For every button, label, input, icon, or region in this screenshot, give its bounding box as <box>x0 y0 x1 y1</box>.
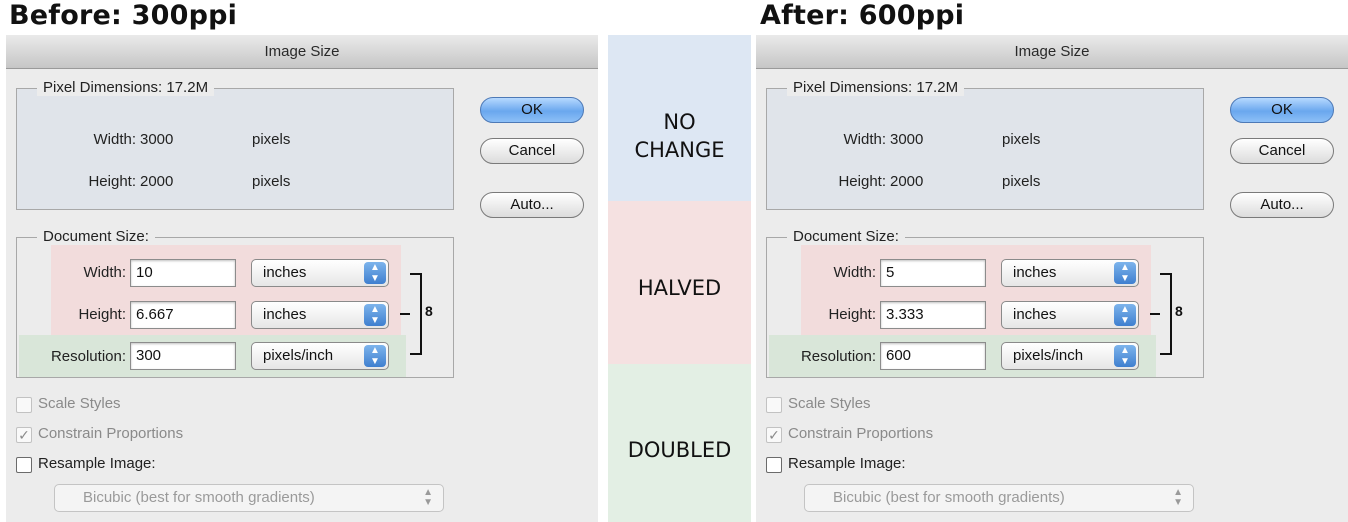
resample-label: Resample Image: <box>38 455 156 472</box>
scale-styles-checkbox[interactable] <box>16 397 32 413</box>
resample-method-popup[interactable]: Bicubic (best for smooth gradients) ▲ ▼ <box>54 484 444 512</box>
resample-method-popup[interactable]: Bicubic (best for smooth gradients) ▲ ▼ <box>804 484 1194 512</box>
scale-styles-checkbox[interactable] <box>766 397 782 413</box>
resample-method: Bicubic (best for smooth gradients) <box>83 489 315 506</box>
image-size-dialog-after: Image Size Pixel Dimensions: 17.2M Width… <box>756 35 1348 522</box>
doc-width-label: Width: <box>83 264 126 281</box>
halved-label: HALVED <box>637 276 722 300</box>
scale-styles-label: Scale Styles <box>38 395 121 412</box>
ok-button[interactable]: OK <box>1230 97 1334 123</box>
popup-arrows-icon: ▲ ▼ <box>364 345 386 367</box>
doc-width-unit: inches <box>1013 264 1057 281</box>
pixel-height-value: 2000 <box>890 173 924 190</box>
pixel-height-value: 2000 <box>140 173 174 190</box>
dialog-title: Image Size <box>756 35 1348 69</box>
constrain-label: Constrain Proportions <box>788 425 934 442</box>
pixel-width-label: Width: <box>843 131 886 148</box>
popup-arrows-icon: ▲ ▼ <box>364 262 386 284</box>
popup-arrows-icon: ▲ ▼ <box>1114 345 1136 367</box>
no-change-line1: NO <box>663 110 696 134</box>
doc-height-label: Height: <box>78 306 126 323</box>
checkmark-icon: ✓ <box>768 427 780 443</box>
pixel-width-unit: pixels <box>1002 131 1041 148</box>
pixel-width-label: Width: <box>93 131 136 148</box>
resample-checkbox[interactable] <box>766 457 782 473</box>
constrain-label: Constrain Proportions <box>38 425 184 442</box>
popup-arrows-icon: ▲ ▼ <box>364 304 386 326</box>
pixel-width-unit: pixels <box>252 131 291 148</box>
pixel-dimensions-legend: Pixel Dimensions: 17.2M <box>37 79 215 96</box>
chain-link-icon: 8 <box>1175 303 1183 319</box>
doc-height-unit: inches <box>1013 306 1057 323</box>
resample-method: Bicubic (best for smooth gradients) <box>833 489 1065 506</box>
resolution-unit: pixels/inch <box>1013 347 1084 364</box>
doc-width-unit-popup[interactable]: inches ▲ ▼ <box>251 259 389 287</box>
no-change-line2: CHANGE <box>634 138 725 162</box>
doc-width-field[interactable]: 10 <box>130 259 236 287</box>
resample-label: Resample Image: <box>788 455 906 472</box>
before-heading: Before: 300ppi <box>9 0 238 31</box>
doc-width-unit: inches <box>263 264 307 281</box>
constrain-bracket <box>1160 273 1172 355</box>
cancel-button[interactable]: Cancel <box>480 138 584 164</box>
pixel-width-value: 3000 <box>890 131 924 148</box>
image-size-dialog-before: Image Size Pixel Dimensions: 17.2M Width… <box>6 35 598 522</box>
resolution-field[interactable]: 600 <box>880 342 986 370</box>
resample-checkbox[interactable] <box>16 457 32 473</box>
bracket-tick <box>1150 313 1160 315</box>
constrain-bracket <box>410 273 422 355</box>
pixel-height-label: Height: <box>88 173 136 190</box>
after-heading: After: 600ppi <box>760 0 965 31</box>
doc-height-field[interactable]: 3.333 <box>880 301 986 329</box>
pixel-height-label: Height: <box>838 173 886 190</box>
resolution-unit-popup[interactable]: pixels/inch ▲ ▼ <box>251 342 389 370</box>
doc-width-label: Width: <box>833 264 876 281</box>
cancel-button[interactable]: Cancel <box>1230 138 1334 164</box>
doc-height-label: Height: <box>828 306 876 323</box>
bracket-tick <box>400 313 410 315</box>
doc-width-field[interactable]: 5 <box>880 259 986 287</box>
doc-height-unit: inches <box>263 306 307 323</box>
pixel-height-unit: pixels <box>1002 173 1041 190</box>
popup-arrows-icon: ▲ ▼ <box>1114 262 1136 284</box>
resolution-field[interactable]: 300 <box>130 342 236 370</box>
pixel-dimensions-legend: Pixel Dimensions: 17.2M <box>787 79 965 96</box>
auto-button[interactable]: Auto... <box>480 192 584 218</box>
document-size-legend: Document Size: <box>37 228 155 245</box>
doc-height-unit-popup[interactable]: inches ▲ ▼ <box>1001 301 1139 329</box>
pixel-dimensions-group: Pixel Dimensions: 17.2M <box>766 79 1204 210</box>
no-change-label: NO CHANGE <box>608 108 751 164</box>
doc-height-field[interactable]: 6.667 <box>130 301 236 329</box>
constrain-checkbox[interactable]: ✓ <box>16 427 32 443</box>
popup-arrows-icon: ▲ ▼ <box>1114 304 1136 326</box>
pixel-width-value: 3000 <box>140 131 174 148</box>
checkmark-icon: ✓ <box>18 427 30 443</box>
chain-link-icon: 8 <box>425 303 433 319</box>
doc-height-unit-popup[interactable]: inches ▲ ▼ <box>251 301 389 329</box>
auto-button[interactable]: Auto... <box>1230 192 1334 218</box>
constrain-checkbox[interactable]: ✓ <box>766 427 782 443</box>
resolution-unit: pixels/inch <box>263 347 334 364</box>
scale-styles-label: Scale Styles <box>788 395 871 412</box>
resolution-label: Resolution: <box>50 348 126 365</box>
doc-width-unit-popup[interactable]: inches ▲ ▼ <box>1001 259 1139 287</box>
popup-arrows-icon: ▲ ▼ <box>1173 487 1183 508</box>
doubled-label: DOUBLED <box>627 438 732 462</box>
resolution-label: Resolution: <box>800 348 876 365</box>
dialog-title: Image Size <box>6 35 598 69</box>
pixel-dimensions-group: Pixel Dimensions: 17.2M <box>16 79 454 210</box>
popup-arrows-icon: ▲ ▼ <box>423 487 433 508</box>
resolution-unit-popup[interactable]: pixels/inch ▲ ▼ <box>1001 342 1139 370</box>
ok-button[interactable]: OK <box>480 97 584 123</box>
document-size-legend: Document Size: <box>787 228 905 245</box>
pixel-height-unit: pixels <box>252 173 291 190</box>
